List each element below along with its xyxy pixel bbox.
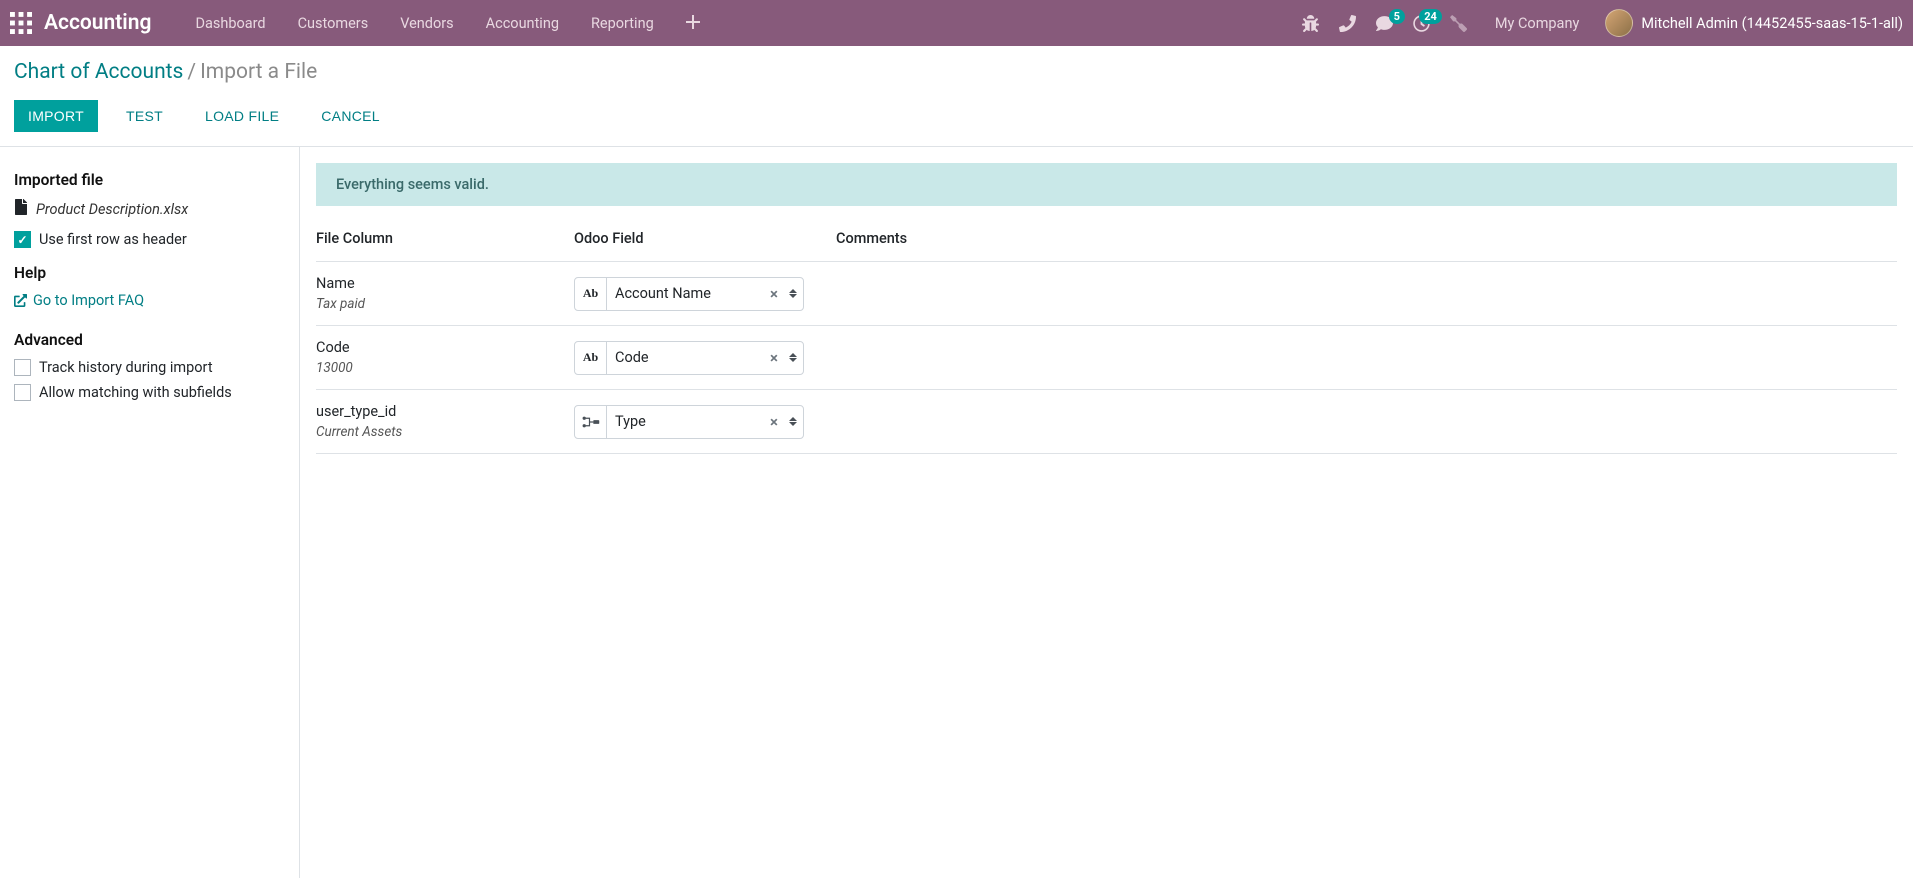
clear-icon[interactable]: ×: [765, 406, 783, 438]
header-comments: Comments: [836, 230, 1897, 247]
track-history-label: Track history during import: [39, 359, 213, 376]
dropdown-caret-icon[interactable]: [783, 342, 803, 374]
odoo-field-select[interactable]: Type×: [574, 405, 804, 439]
first-row-header-checkbox[interactable]: ✓: [14, 231, 31, 248]
odoo-field-select[interactable]: AbAccount Name×: [574, 277, 804, 311]
dropdown-caret-icon[interactable]: [783, 278, 803, 310]
import-button[interactable]: IMPORT: [14, 100, 98, 132]
allow-subfields-checkbox[interactable]: [14, 384, 31, 401]
field-type-icon: Ab: [575, 342, 607, 374]
header-file-column: File Column: [316, 230, 574, 247]
filename: Product Description.xlsx: [36, 201, 188, 218]
menu-vendors[interactable]: Vendors: [384, 15, 469, 32]
import-faq-link-label: Go to Import FAQ: [33, 292, 144, 309]
track-history-checkbox[interactable]: [14, 359, 31, 376]
apps-icon[interactable]: [10, 12, 32, 34]
field-select-value[interactable]: Code: [607, 342, 765, 374]
odoo-field-select[interactable]: AbCode×: [574, 341, 804, 375]
file-column-name: Name: [316, 275, 574, 292]
company-switcher[interactable]: My Company: [1477, 15, 1597, 32]
external-link-icon: [14, 294, 27, 307]
menu-customers[interactable]: Customers: [282, 15, 385, 32]
header-odoo-field: Odoo Field: [574, 230, 836, 247]
username: Mitchell Admin (14452455-saas-15-1-all): [1641, 15, 1903, 32]
mapping-row: Name Tax paidAbAccount Name×: [316, 262, 1897, 326]
action-buttons: IMPORT TEST LOAD FILE CANCEL: [0, 90, 1913, 147]
mapping-row: Code13000AbCode×: [316, 326, 1897, 390]
imported-file-heading: Imported file: [14, 171, 285, 189]
first-row-header-option: ✓ Use first row as header: [14, 231, 285, 248]
activities-icon[interactable]: 24: [1403, 15, 1440, 32]
settings-icon[interactable]: [1440, 15, 1477, 32]
field-type-icon: Ab: [575, 278, 607, 310]
breadcrumb: Chart of Accounts/Import a File: [14, 60, 1899, 84]
breadcrumb-parent[interactable]: Chart of Accounts: [14, 60, 183, 84]
breadcrumb-row: Chart of Accounts/Import a File: [0, 46, 1913, 90]
top-navbar: Accounting Dashboard Customers Vendors A…: [0, 0, 1913, 46]
content-area: Imported file Product Description.xlsx ✓…: [0, 147, 1913, 878]
first-row-header-label: Use first row as header: [39, 231, 187, 248]
main-panel: Everything seems valid. File Column Odoo…: [300, 147, 1913, 878]
menu-dashboard[interactable]: Dashboard: [179, 15, 281, 32]
help-heading: Help: [14, 264, 285, 282]
activities-badge: 24: [1419, 9, 1442, 24]
track-history-option: Track history during import: [14, 359, 285, 376]
file-row: Product Description.xlsx: [14, 199, 285, 219]
sidebar: Imported file Product Description.xlsx ✓…: [0, 147, 300, 878]
file-column-preview: Tax paid: [316, 296, 574, 312]
file-column-name: Code: [316, 339, 574, 356]
advanced-heading: Advanced: [14, 331, 285, 349]
dropdown-caret-icon[interactable]: [783, 406, 803, 438]
menu-accounting[interactable]: Accounting: [470, 15, 575, 32]
file-column-name: user_type_id: [316, 403, 574, 420]
phone-icon[interactable]: [1329, 15, 1366, 32]
import-faq-link[interactable]: Go to Import FAQ: [14, 292, 144, 309]
test-button[interactable]: TEST: [112, 100, 177, 132]
allow-subfields-label: Allow matching with subfields: [39, 384, 232, 401]
field-select-value[interactable]: Account Name: [607, 278, 765, 310]
mapping-header-row: File Column Odoo Field Comments: [316, 222, 1897, 262]
menu-reporting[interactable]: Reporting: [575, 15, 670, 32]
field-select-value[interactable]: Type: [607, 406, 765, 438]
mapping-row: user_type_idCurrent AssetsType×: [316, 390, 1897, 454]
clear-icon[interactable]: ×: [765, 342, 783, 374]
file-icon: [14, 199, 28, 219]
file-column-preview: Current Assets: [316, 424, 574, 440]
cancel-button[interactable]: CANCEL: [307, 100, 394, 132]
clear-icon[interactable]: ×: [765, 278, 783, 310]
messages-icon[interactable]: 5: [1366, 15, 1403, 32]
validation-alert: Everything seems valid.: [316, 163, 1897, 206]
avatar: [1605, 9, 1633, 37]
debug-icon[interactable]: [1292, 15, 1329, 32]
load-file-button[interactable]: LOAD FILE: [191, 100, 293, 132]
field-type-icon: [575, 406, 607, 438]
app-brand[interactable]: Accounting: [44, 11, 151, 35]
breadcrumb-current: Import a File: [200, 60, 317, 84]
plus-icon[interactable]: [670, 14, 716, 33]
breadcrumb-separator: /: [183, 60, 200, 84]
user-menu[interactable]: Mitchell Admin (14452455-saas-15-1-all): [1597, 9, 1903, 37]
file-column-preview: 13000: [316, 360, 574, 376]
allow-subfields-option: Allow matching with subfields: [14, 384, 285, 401]
